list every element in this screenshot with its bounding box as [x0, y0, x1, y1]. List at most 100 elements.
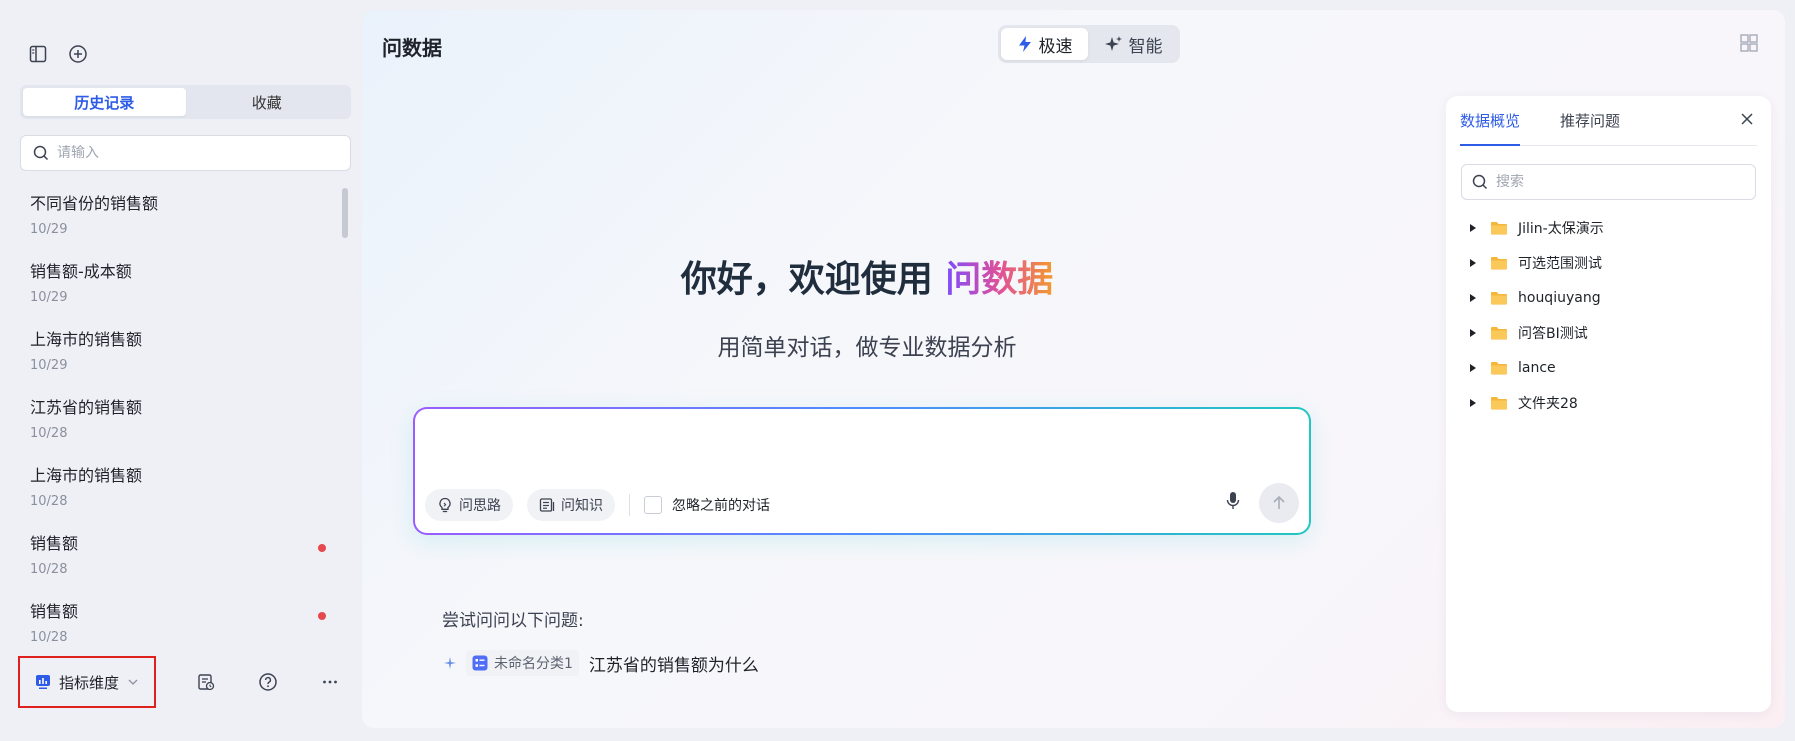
expand-caret-icon[interactable]	[1466, 258, 1480, 268]
expand-caret-icon[interactable]	[1466, 363, 1480, 373]
panel-search-input[interactable]	[1496, 174, 1745, 190]
folder-tree: Jilin-太保演示 可选范围测试 houqiuyang 问答BI测试 lanc	[1466, 210, 1756, 420]
close-icon[interactable]	[1739, 111, 1755, 131]
ask-knowledge-label: 问知识	[561, 498, 603, 514]
search-icon	[33, 145, 49, 161]
sidebar-top-icons	[26, 42, 90, 66]
sparkle-icon	[444, 657, 456, 669]
layout-icon[interactable]	[1740, 34, 1758, 56]
sidebar: 历史记录 收藏 不同省份的销售额 10/29 销售额-成本额 10/29 上海市…	[0, 0, 362, 741]
footer-icons	[194, 670, 342, 694]
ask-knowledge-chip[interactable]: 问知识	[527, 489, 615, 521]
arrow-up-icon	[1273, 495, 1285, 509]
history-item[interactable]: 不同省份的销售额 10/29	[20, 186, 342, 254]
tree-folder[interactable]: 文件夹28	[1466, 385, 1756, 420]
panel-tabs: 数据概览 推荐问题	[1460, 96, 1757, 146]
welcome-title: 你好，欢迎使用 问数据	[362, 250, 1372, 302]
mode-smart[interactable]: 智能	[1090, 28, 1177, 60]
chat-tools: 问思路 问知识 忽略之前的对话	[425, 489, 770, 521]
history-item-title: 不同省份的销售额	[30, 194, 159, 213]
category-tag-label: 未命名分类1	[494, 656, 573, 672]
lightning-icon	[1018, 36, 1031, 52]
sidebar-tabs: 历史记录 收藏	[20, 85, 351, 119]
ask-thinking-chip[interactable]: 问思路	[425, 489, 513, 521]
expand-caret-icon[interactable]	[1466, 398, 1480, 408]
divider	[629, 494, 630, 516]
history-item-title: 销售额	[30, 534, 79, 553]
page-title: 问数据	[382, 36, 442, 60]
history-item[interactable]: 上海市的销售额 10/28	[20, 458, 342, 526]
panel-search-box	[1461, 164, 1756, 200]
welcome-prefix: 你好，欢迎使用	[680, 259, 946, 300]
search-icon	[1472, 174, 1488, 190]
folder-icon	[1491, 361, 1507, 374]
unread-dot	[318, 612, 326, 620]
ignore-previous-toggle[interactable]: 忽略之前的对话	[644, 495, 770, 515]
sidebar-toggle-icon[interactable]	[26, 42, 50, 66]
category-tag: 未命名分类1	[466, 650, 579, 676]
bulb-icon	[439, 497, 451, 513]
history-item[interactable]: 江苏省的销售额 10/28	[20, 390, 342, 458]
folder-icon	[1491, 221, 1507, 234]
ask-thinking-label: 问思路	[459, 498, 501, 514]
expand-caret-icon[interactable]	[1466, 223, 1480, 233]
mode-toggle: 极速 智能	[998, 25, 1180, 63]
chat-input-area[interactable]: 问思路 问知识 忽略之前的对话	[415, 409, 1309, 533]
history-item-date: 10/29	[30, 358, 68, 373]
tree-folder[interactable]: houqiuyang	[1466, 280, 1756, 315]
history-item-date: 10/29	[30, 222, 68, 237]
folder-label: houqiuyang	[1518, 289, 1601, 306]
mode-fast[interactable]: 极速	[1001, 28, 1088, 60]
send-button[interactable]	[1259, 483, 1299, 523]
app-window: 历史记录 收藏 不同省份的销售额 10/29 销售额-成本额 10/29 上海市…	[0, 0, 1795, 741]
history-search-box	[20, 135, 351, 171]
history-item-date: 10/28	[30, 494, 68, 509]
history-search-input[interactable]	[57, 145, 338, 161]
history-item-title: 销售额	[30, 602, 79, 621]
suggested-question[interactable]: 未命名分类1 江苏省的销售额为什么	[444, 650, 759, 676]
welcome-accent: 问数据	[945, 259, 1054, 300]
help-icon[interactable]	[256, 670, 280, 694]
sidebar-footer: 指标维度	[18, 654, 362, 710]
mode-smart-label: 智能	[1128, 36, 1163, 57]
history-settings-icon[interactable]	[194, 670, 218, 694]
welcome-subtitle: 用简单对话，做专业数据分析	[717, 335, 1017, 361]
expand-caret-icon[interactable]	[1466, 293, 1480, 303]
new-chat-icon[interactable]	[66, 42, 90, 66]
history-item-title: 上海市的销售额	[30, 330, 143, 349]
folder-label: 问答BI测试	[1518, 325, 1588, 342]
history-item[interactable]: 销售额 10/28	[20, 526, 342, 594]
mode-fast-label: 极速	[1038, 36, 1073, 57]
category-icon	[472, 655, 488, 671]
history-item-title: 上海市的销售额	[30, 466, 143, 485]
folder-icon	[1491, 396, 1507, 409]
tab-favorites[interactable]: 收藏	[186, 88, 349, 116]
tree-folder[interactable]: 问答BI测试	[1466, 315, 1756, 350]
tree-folder[interactable]: lance	[1466, 350, 1756, 385]
history-item[interactable]: 销售额 10/28	[20, 594, 342, 648]
unread-dot	[318, 544, 326, 552]
ignore-previous-label: 忽略之前的对话	[672, 498, 770, 514]
metric-dimension-button[interactable]: 指标维度	[18, 656, 156, 708]
more-icon[interactable]	[318, 670, 342, 694]
tab-history[interactable]: 历史记录	[23, 88, 186, 116]
history-item[interactable]: 上海市的销售额 10/29	[20, 322, 342, 390]
tab-data-overview[interactable]: 数据概览	[1460, 96, 1521, 146]
history-item-date: 10/28	[30, 630, 68, 645]
history-item-title: 销售额-成本额	[30, 262, 132, 281]
tree-folder[interactable]: Jilin-太保演示	[1466, 210, 1756, 245]
ignore-previous-checkbox[interactable]	[644, 496, 662, 514]
history-item-date: 10/29	[30, 290, 68, 305]
expand-caret-icon[interactable]	[1466, 328, 1480, 338]
try-questions-label: 尝试问问以下问题:	[442, 611, 584, 631]
history-scrollbar[interactable]	[342, 188, 348, 238]
sparkle-icon	[1104, 36, 1122, 51]
suggested-question-text: 江苏省的销售额为什么	[588, 655, 759, 676]
tree-folder[interactable]: 可选范围测试	[1466, 245, 1756, 280]
history-item-title: 江苏省的销售额	[30, 398, 143, 417]
data-overview-panel: 数据概览 推荐问题 Jilin-太保演示 可选范围测试 ho	[1446, 96, 1771, 712]
history-item[interactable]: 销售额-成本额 10/29	[20, 254, 342, 322]
microphone-icon[interactable]	[1225, 491, 1241, 515]
chart-icon	[35, 675, 50, 689]
tab-recommended-questions[interactable]: 推荐问题	[1560, 96, 1620, 146]
